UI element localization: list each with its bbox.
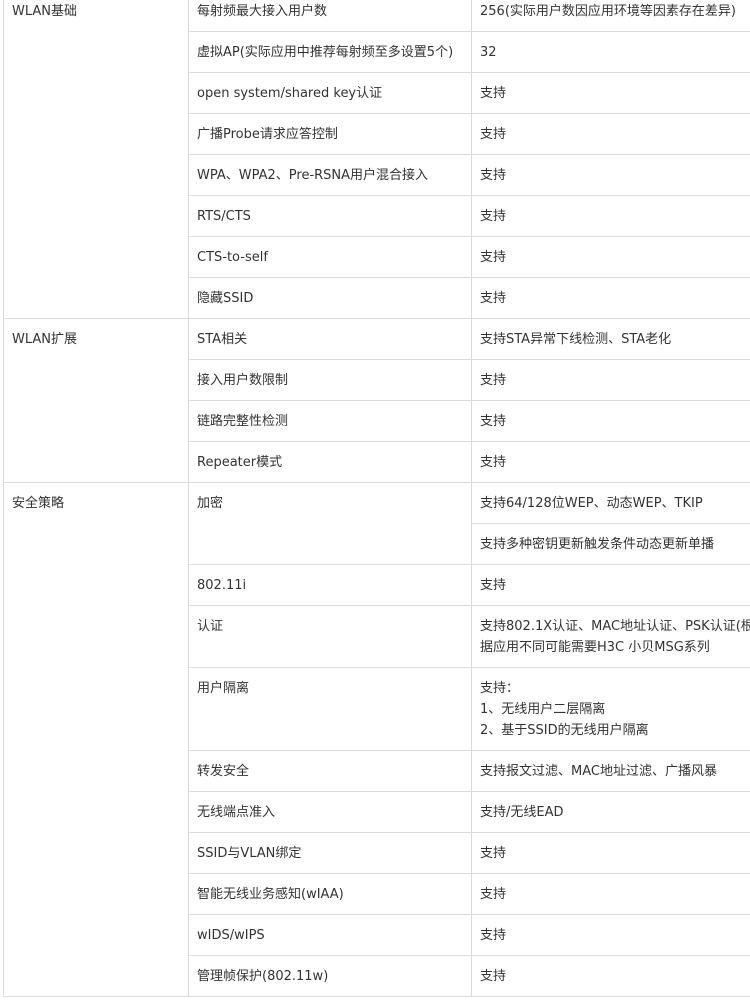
feature-cell: 虚拟AP(实际应用中推荐每射频至多设置5个) <box>188 31 472 73</box>
value-cell: 256(实际用户数因应用环境等因素存在差异) <box>471 0 750 32</box>
value-cell: 32 <box>471 31 750 73</box>
category-cell: 安全策略 <box>3 482 189 997</box>
feature-cell: CTS-to-self <box>188 236 472 278</box>
value-cell: 支持 <box>471 195 750 237</box>
value-cell: 支持 <box>471 832 750 874</box>
feature-cell: 管理帧保护(802.11w) <box>188 955 472 997</box>
feature-cell: 每射频最大接入用户数 <box>188 0 472 32</box>
feature-cell: 接入用户数限制 <box>188 359 472 401</box>
value-cell: 支持/无线EAD <box>471 791 750 833</box>
feature-cell: WPA、WPA2、Pre-RSNA用户混合接入 <box>188 154 472 196</box>
feature-cell: Repeater模式 <box>188 441 472 483</box>
value-cell: 支持 <box>471 154 750 196</box>
category-cell: WLAN基础 <box>3 0 189 319</box>
value-cell: 支持多种密钥更新触发条件动态更新单播 <box>471 523 750 565</box>
feature-cell: open system/shared key认证 <box>188 72 472 114</box>
value-cell: 支持 <box>471 955 750 997</box>
value-cell: 支持 <box>471 236 750 278</box>
value-cell: 支持 <box>471 359 750 401</box>
feature-cell: 认证 <box>188 605 472 668</box>
feature-cell: 加密 <box>188 482 472 565</box>
feature-cell: 智能无线业务感知(wIAA) <box>188 873 472 915</box>
category-cell: WLAN扩展 <box>3 318 189 483</box>
value-cell: 支持 <box>471 400 750 442</box>
feature-cell: 无线端点准入 <box>188 791 472 833</box>
value-cell: 支持报文过滤、MAC地址过滤、广播风暴 <box>471 750 750 792</box>
feature-cell: 链路完整性检测 <box>188 400 472 442</box>
feature-cell: SSID与VLAN绑定 <box>188 832 472 874</box>
value-cell: 支持 <box>471 113 750 155</box>
spec-table-body: WLAN基础 每射频最大接入用户数 256(实际用户数因应用环境等因素存在差异) 虚拟… <box>3 0 750 997</box>
table-row: WLAN基础 每射频最大接入用户数 256(实际用户数因应用环境等因素存在差异) <box>3 0 750 319</box>
feature-cell: 802.11i <box>188 564 472 606</box>
value-cell: 支持 <box>471 277 750 319</box>
feature-cell: 广播Probe请求应答控制 <box>188 113 472 155</box>
table-row: 安全策略 加密 支持64/128位WEP、动态WEP、TKIP <box>3 482 750 997</box>
feature-cell: 转发安全 <box>188 750 472 792</box>
value-cell: 支持 <box>471 564 750 606</box>
spec-table: WLAN基础 每射频最大接入用户数 256(实际用户数因应用环境等因素存在差异) 虚拟… <box>3 0 750 997</box>
value-cell: 支持802.1X认证、MAC地址认证、PSK认证(根据应用不同可能需要H3C 小… <box>471 605 750 668</box>
feature-cell: 隐藏SSID <box>188 277 472 319</box>
value-cell: 支持 <box>471 873 750 915</box>
feature-cell: wIDS/wIPS <box>188 914 472 956</box>
value-cell: 支持64/128位WEP、动态WEP、TKIP <box>471 482 750 524</box>
value-cell: 支持： 1、无线用户二层隔离 2、基于SSID的无线用户隔离 <box>471 667 750 751</box>
feature-cell: STA相关 <box>188 318 472 360</box>
table-row: WLAN扩展 STA相关 支持STA异常下线检测、STA老化 <box>3 318 750 483</box>
feature-cell: RTS/CTS <box>188 195 472 237</box>
value-cell: 支持 <box>471 441 750 483</box>
value-cell: 支持STA异常下线检测、STA老化 <box>471 318 750 360</box>
feature-cell: 用户隔离 <box>188 667 472 751</box>
value-cell: 支持 <box>471 72 750 114</box>
value-cell: 支持 <box>471 914 750 956</box>
